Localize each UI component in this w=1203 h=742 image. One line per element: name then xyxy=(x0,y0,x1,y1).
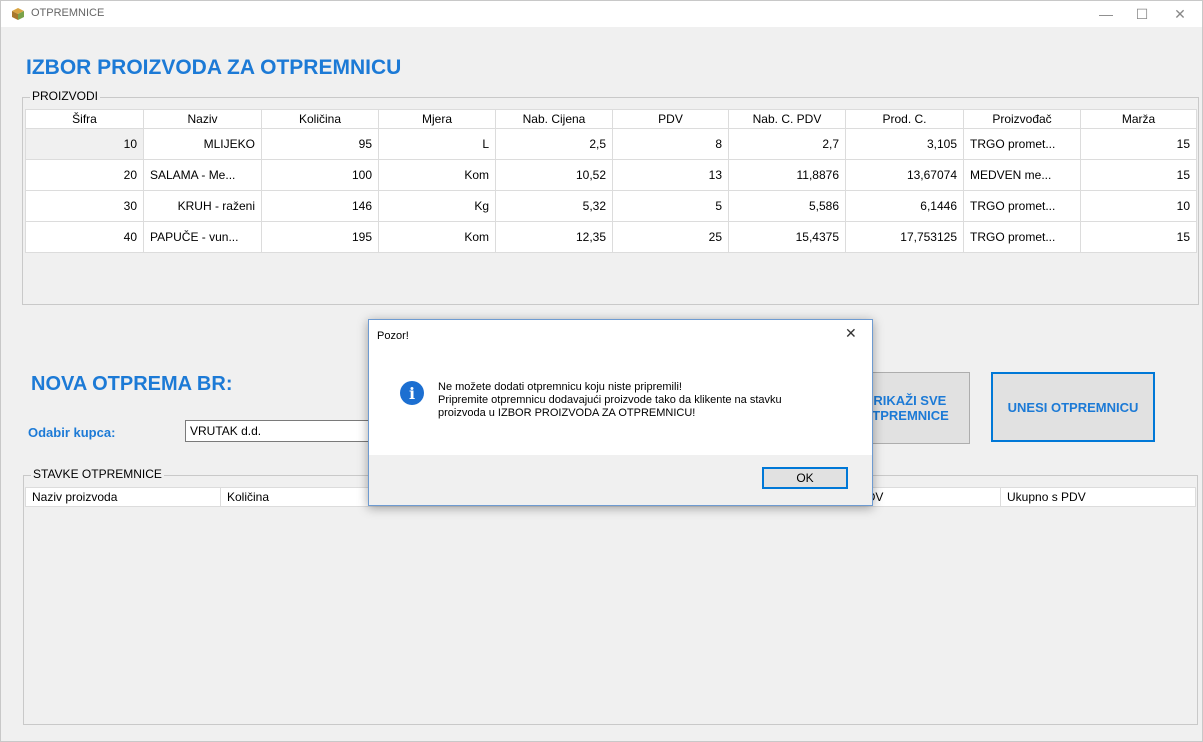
cell-kolicina[interactable]: 146 xyxy=(261,190,379,222)
window-title: OTPREMNICE xyxy=(31,7,105,19)
cell-marza[interactable]: 15 xyxy=(1080,221,1197,253)
cell-proizvodac[interactable]: TRGO promet... xyxy=(963,190,1081,222)
cell-nab-c-pdv[interactable]: 15,4375 xyxy=(728,221,846,253)
col-header-prod-c[interactable]: Prod. C. xyxy=(845,109,964,129)
cell-sifra[interactable]: 20 xyxy=(25,159,144,191)
cell-sifra[interactable]: 10 xyxy=(25,128,144,160)
products-header-row: Šifra Naziv Količina Mjera Nab. Cijena P… xyxy=(25,109,1197,129)
cell-marza[interactable]: 15 xyxy=(1080,159,1197,191)
cell-mjera[interactable]: Kom xyxy=(378,159,496,191)
close-button[interactable]: ✕ xyxy=(1161,1,1199,27)
products-group-label: PROIZVODI xyxy=(30,89,101,103)
table-row[interactable]: 40 PAPUČE - vun... 195 Kom 12,35 25 15,4… xyxy=(25,221,1197,253)
cell-pdv[interactable]: 13 xyxy=(612,159,729,191)
col-header-naziv-proizvoda[interactable]: Naziv proizvoda xyxy=(25,487,221,507)
cell-prod-c[interactable]: 17,753125 xyxy=(845,221,964,253)
table-row[interactable]: 20 SALAMA - Me... 100 Kom 10,52 13 11,88… xyxy=(25,159,1197,191)
col-header-nab-cijena[interactable]: Nab. Cijena xyxy=(495,109,613,129)
cell-pdv[interactable]: 8 xyxy=(612,128,729,160)
col-header-naziv[interactable]: Naziv xyxy=(143,109,262,129)
dialog-message-line: proizvoda u IZBOR PROIZVODA ZA OTPREMNIC… xyxy=(438,407,696,419)
cell-naziv[interactable]: MLIJEKO xyxy=(143,128,262,160)
products-grid: Šifra Naziv Količina Mjera Nab. Cijena P… xyxy=(25,109,1197,253)
cell-naziv[interactable]: PAPUČE - vun... xyxy=(143,221,262,253)
customer-label: Odabir kupca: xyxy=(28,425,116,440)
cell-mjera[interactable]: L xyxy=(378,128,496,160)
cell-nab-c-pdv[interactable]: 5,586 xyxy=(728,190,846,222)
cell-pdv[interactable]: 25 xyxy=(612,221,729,253)
app-box-icon xyxy=(11,7,25,21)
dialog-message-line: Ne možete dodati otpremnicu koju niste p… xyxy=(438,381,682,393)
col-header-marza[interactable]: Marža xyxy=(1080,109,1197,129)
table-row[interactable]: 30 KRUH - raženi 146 Kg 5,32 5 5,586 6,1… xyxy=(25,190,1197,222)
col-header-ukupno-s-pdv[interactable]: Ukupno s PDV xyxy=(1000,487,1196,507)
col-header-nab-c-pdv[interactable]: Nab. C. PDV xyxy=(728,109,846,129)
cell-kolicina[interactable]: 95 xyxy=(261,128,379,160)
cell-prod-c[interactable]: 3,105 xyxy=(845,128,964,160)
col-header-sifra[interactable]: Šifra xyxy=(25,109,144,129)
cell-naziv[interactable]: SALAMA - Me... xyxy=(143,159,262,191)
cell-prod-c[interactable]: 6,1446 xyxy=(845,190,964,222)
dialog-footer: OK xyxy=(369,455,872,505)
col-header-kolicina[interactable]: Količina xyxy=(261,109,379,129)
cell-nab-cijena[interactable]: 5,32 xyxy=(495,190,613,222)
title-bar: OTPREMNICE — ☐ ✕ xyxy=(1,1,1202,27)
cell-nab-cijena[interactable]: 10,52 xyxy=(495,159,613,191)
cell-proizvodac[interactable]: MEDVEN me... xyxy=(963,159,1081,191)
ok-button[interactable]: OK xyxy=(762,467,848,489)
cell-mjera[interactable]: Kom xyxy=(378,221,496,253)
cell-naziv[interactable]: KRUH - raženi xyxy=(143,190,262,222)
dialog-message-line: Pripremite otpremnicu dodavajući proizvo… xyxy=(438,394,782,406)
new-shipment-title: NOVA OTPREMA BR: xyxy=(31,373,233,395)
cell-marza[interactable]: 15 xyxy=(1080,128,1197,160)
col-header-pdv[interactable]: PDV xyxy=(612,109,729,129)
cell-prod-c[interactable]: 13,67074 xyxy=(845,159,964,191)
cell-kolicina[interactable]: 100 xyxy=(261,159,379,191)
page-title: IZBOR PROIZVODA ZA OTPREMNICU xyxy=(26,56,402,79)
enter-shipment-button[interactable]: UNESI OTPREMNICU xyxy=(991,372,1155,442)
customer-select-value: VRUTAK d.d. xyxy=(190,424,262,438)
customer-select[interactable]: VRUTAK d.d. xyxy=(185,420,385,442)
cell-pdv[interactable]: 5 xyxy=(612,190,729,222)
cell-nab-c-pdv[interactable]: 2,7 xyxy=(728,128,846,160)
cell-proizvodac[interactable]: TRGO promet... xyxy=(963,221,1081,253)
items-group-label: STAVKE OTPREMNICE xyxy=(31,467,164,481)
items-grid-area xyxy=(25,487,1195,721)
dialog-title: Pozor! xyxy=(377,330,409,342)
minimize-button[interactable]: — xyxy=(1087,1,1125,27)
cell-nab-cijena[interactable]: 12,35 xyxy=(495,221,613,253)
col-header-proizvodac[interactable]: Proizvođač xyxy=(963,109,1081,129)
cell-sifra[interactable]: 30 xyxy=(25,190,144,222)
table-row[interactable]: 10 MLIJEKO 95 L 2,5 8 2,7 3,105 TRGO pro… xyxy=(25,128,1197,160)
info-icon: i xyxy=(400,381,424,405)
maximize-button[interactable]: ☐ xyxy=(1123,1,1161,27)
dialog-message: Ne možete dodati otpremnicu koju niste p… xyxy=(438,381,782,420)
cell-sifra[interactable]: 40 xyxy=(25,221,144,253)
cell-mjera[interactable]: Kg xyxy=(378,190,496,222)
col-header-mjera[interactable]: Mjera xyxy=(378,109,496,129)
dialog-close-button[interactable]: ✕ xyxy=(845,325,857,342)
cell-kolicina[interactable]: 195 xyxy=(261,221,379,253)
cell-marza[interactable]: 10 xyxy=(1080,190,1197,222)
cell-nab-cijena[interactable]: 2,5 xyxy=(495,128,613,160)
cell-nab-c-pdv[interactable]: 11,8876 xyxy=(728,159,846,191)
warning-dialog: Pozor! ✕ i Ne možete dodati otpremnicu k… xyxy=(368,319,873,506)
cell-proizvodac[interactable]: TRGO promet... xyxy=(963,128,1081,160)
